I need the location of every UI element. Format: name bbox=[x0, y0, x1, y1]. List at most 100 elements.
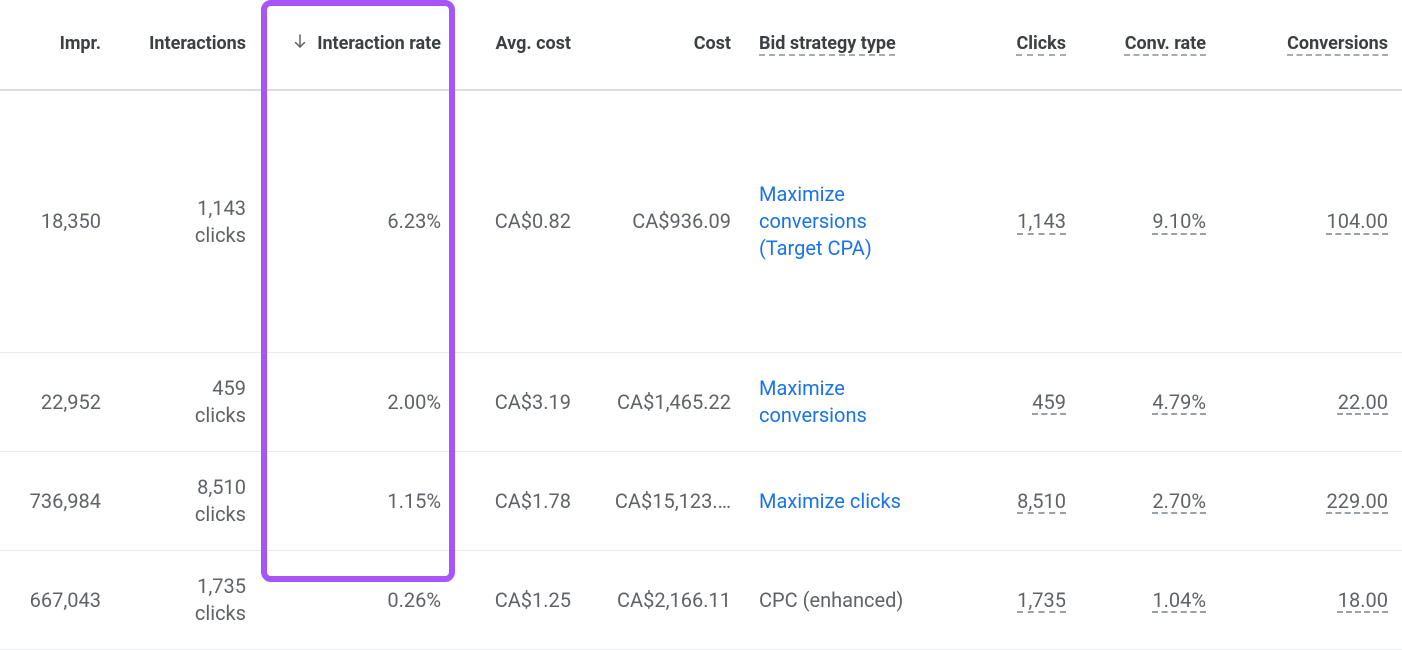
cell-interactions: 1,143 clicks bbox=[115, 90, 260, 353]
col-label: Impr. bbox=[60, 33, 101, 54]
table-row[interactable]: 22,952 459 clicks 2.00% CA$3.19 CA$1,465.22 Ma… bbox=[0, 353, 1402, 452]
cost-value: CA$15,123.… bbox=[615, 489, 731, 513]
cell-conversions: 22.00 bbox=[1220, 353, 1402, 452]
col-label: Interaction rate bbox=[317, 33, 441, 54]
clicks-value: 1,143 bbox=[1017, 209, 1066, 233]
interactions-unit: clicks bbox=[195, 502, 246, 526]
cell-bid-strategy: CPC (enhanced) bbox=[745, 551, 945, 650]
conversions-value: 22.00 bbox=[1338, 390, 1388, 414]
cell-bid-strategy: Maximize conversions bbox=[745, 353, 945, 452]
arrow-down-icon bbox=[291, 32, 309, 57]
cell-impr: 18,350 bbox=[0, 90, 115, 353]
cell-interaction-rate: 1.15% bbox=[260, 452, 455, 551]
cell-conv-rate: 2.70% bbox=[1080, 452, 1220, 551]
impr-value: 736,984 bbox=[30, 489, 101, 513]
cell-clicks: 8,510 bbox=[945, 452, 1080, 551]
cell-interaction-rate: 0.26% bbox=[260, 551, 455, 650]
avg-cost-value: CA$0.82 bbox=[495, 209, 571, 233]
conv-rate-value: 1.04% bbox=[1152, 588, 1206, 612]
campaigns-table: Impr. Interactions Interaction rate Avg.… bbox=[0, 0, 1402, 650]
cell-cost: CA$936.09 bbox=[585, 90, 745, 353]
interactions-unit: clicks bbox=[195, 403, 246, 427]
conv-rate-value: 2.70% bbox=[1152, 489, 1206, 513]
bid-strategy-link[interactable]: Maximize clicks bbox=[759, 489, 901, 513]
col-conversions[interactable]: Conversions bbox=[1220, 0, 1402, 90]
cell-interactions: 459 clicks bbox=[115, 353, 260, 452]
cost-value: CA$936.09 bbox=[632, 209, 731, 233]
impr-value: 22,952 bbox=[41, 390, 101, 414]
avg-cost-value: CA$1.25 bbox=[495, 588, 571, 612]
cell-cost: CA$15,123.… bbox=[585, 452, 745, 551]
col-label: Avg. cost bbox=[495, 33, 571, 54]
col-interactions[interactable]: Interactions bbox=[115, 0, 260, 90]
col-conv-rate[interactable]: Conv. rate bbox=[1080, 0, 1220, 90]
cell-bid-strategy: Maximize clicks bbox=[745, 452, 945, 551]
cell-interaction-rate: 2.00% bbox=[260, 353, 455, 452]
conversions-value: 229.00 bbox=[1327, 489, 1388, 513]
cell-conv-rate: 4.79% bbox=[1080, 353, 1220, 452]
col-label: Conversions bbox=[1287, 33, 1388, 54]
col-interaction-rate[interactable]: Interaction rate bbox=[260, 0, 455, 90]
avg-cost-value: CA$1.78 bbox=[495, 489, 571, 513]
cell-bid-strategy: Maximize conversions (Target CPA) bbox=[745, 90, 945, 353]
cell-impr: 22,952 bbox=[0, 353, 115, 452]
impr-value: 18,350 bbox=[41, 209, 101, 233]
cell-avg-cost: CA$0.82 bbox=[455, 90, 585, 353]
conversions-value: 18.00 bbox=[1338, 588, 1388, 612]
cost-value: CA$1,465.22 bbox=[617, 390, 731, 414]
cell-clicks: 1,735 bbox=[945, 551, 1080, 650]
cell-clicks: 1,143 bbox=[945, 90, 1080, 353]
col-label: Interactions bbox=[149, 33, 246, 54]
col-label: Clicks bbox=[1016, 33, 1066, 54]
cell-impr: 667,043 bbox=[0, 551, 115, 650]
cell-avg-cost: CA$1.78 bbox=[455, 452, 585, 551]
cell-cost: CA$1,465.22 bbox=[585, 353, 745, 452]
col-label: Cost bbox=[694, 33, 731, 54]
bid-strategy-link[interactable]: Maximize conversions bbox=[759, 376, 867, 427]
rate-value: 2.00% bbox=[387, 390, 441, 414]
clicks-value: 459 bbox=[1032, 390, 1066, 414]
rate-value: 0.26% bbox=[387, 588, 441, 612]
cell-conversions: 229.00 bbox=[1220, 452, 1402, 551]
interactions-count: 8,510 bbox=[197, 475, 246, 499]
interactions-count: 1,735 bbox=[197, 574, 246, 598]
bid-strategy-link[interactable]: Maximize conversions (Target CPA) bbox=[759, 182, 872, 260]
cell-clicks: 459 bbox=[945, 353, 1080, 452]
cell-cost: CA$2,166.11 bbox=[585, 551, 745, 650]
col-avg-cost[interactable]: Avg. cost bbox=[455, 0, 585, 90]
cost-value: CA$2,166.11 bbox=[617, 588, 731, 612]
cell-conv-rate: 1.04% bbox=[1080, 551, 1220, 650]
clicks-value: 8,510 bbox=[1017, 489, 1066, 513]
table-row[interactable]: 736,984 8,510 clicks 1.15% CA$1.78 CA$15,123.… bbox=[0, 452, 1402, 551]
interactions-unit: clicks bbox=[195, 223, 246, 247]
col-bid-strategy[interactable]: Bid strategy type bbox=[745, 0, 945, 90]
cell-avg-cost: CA$3.19 bbox=[455, 353, 585, 452]
interactions-unit: clicks bbox=[195, 601, 246, 625]
col-cost[interactable]: Cost bbox=[585, 0, 745, 90]
interactions-count: 459 bbox=[212, 376, 246, 400]
impr-value: 667,043 bbox=[30, 588, 101, 612]
table-body: 18,350 1,143 clicks 6.23% CA$0.82 CA$936.09 Ma… bbox=[0, 90, 1402, 650]
interactions-count: 1,143 bbox=[197, 196, 246, 220]
cell-conversions: 104.00 bbox=[1220, 90, 1402, 353]
cell-interaction-rate: 6.23% bbox=[260, 90, 455, 353]
rate-value: 6.23% bbox=[387, 209, 441, 233]
cell-avg-cost: CA$1.25 bbox=[455, 551, 585, 650]
col-label: Bid strategy type bbox=[759, 33, 896, 54]
conv-rate-value: 4.79% bbox=[1152, 390, 1206, 414]
col-label: Conv. rate bbox=[1125, 33, 1206, 54]
cell-conversions: 18.00 bbox=[1220, 551, 1402, 650]
col-clicks[interactable]: Clicks bbox=[945, 0, 1080, 90]
avg-cost-value: CA$3.19 bbox=[495, 390, 571, 414]
table-row[interactable]: 18,350 1,143 clicks 6.23% CA$0.82 CA$936.09 Ma… bbox=[0, 90, 1402, 353]
cell-impr: 736,984 bbox=[0, 452, 115, 551]
cell-interactions: 1,735 clicks bbox=[115, 551, 260, 650]
clicks-value: 1,735 bbox=[1017, 588, 1066, 612]
conversions-value: 104.00 bbox=[1327, 209, 1388, 233]
bid-strategy-text: CPC (enhanced) bbox=[759, 588, 903, 612]
cell-interactions: 8,510 clicks bbox=[115, 452, 260, 551]
table-row[interactable]: 667,043 1,735 clicks 0.26% CA$1.25 CA$2,166.1… bbox=[0, 551, 1402, 650]
conv-rate-value: 9.10% bbox=[1152, 209, 1206, 233]
cell-conv-rate: 9.10% bbox=[1080, 90, 1220, 353]
col-impr[interactable]: Impr. bbox=[0, 0, 115, 90]
